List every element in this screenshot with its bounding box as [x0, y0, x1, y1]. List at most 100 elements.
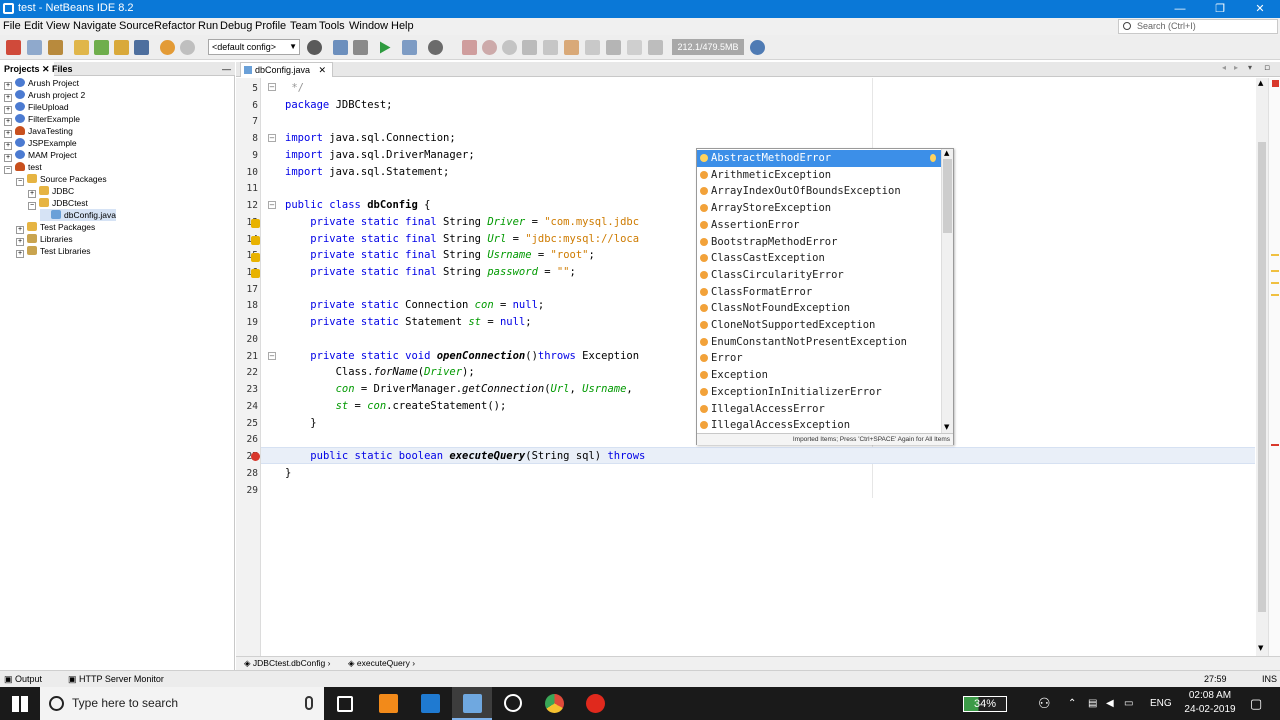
tree-item[interactable]: + MAM Project: [4, 149, 77, 162]
tree-item[interactable]: + Test Packages: [16, 221, 95, 234]
code-line[interactable]: private static Connection con = null;: [285, 297, 544, 314]
paste-icon[interactable]: [48, 40, 63, 55]
scroll-up-icon[interactable]: ▲: [1258, 79, 1263, 87]
garbage-collect-icon[interactable]: [750, 40, 765, 55]
tab-scroll-left-icon[interactable]: ◂: [1222, 63, 1226, 72]
tree-item[interactable]: + Test Libraries: [16, 245, 91, 258]
maximize-editor-icon[interactable]: ▫: [1264, 63, 1270, 73]
maximize-button[interactable]: ❐: [1200, 0, 1240, 18]
menu-debug[interactable]: Debug: [220, 20, 252, 32]
menu-file[interactable]: File: [3, 20, 21, 32]
cut-icon[interactable]: [6, 40, 21, 55]
taskbar-search-input[interactable]: Type here to search: [40, 687, 324, 720]
obs-icon[interactable]: [504, 694, 522, 712]
language-indicator[interactable]: ENG: [1150, 687, 1172, 720]
open-project-icon[interactable]: [114, 40, 129, 55]
tab-list-icon[interactable]: ▾: [1248, 63, 1252, 72]
step-over-icon[interactable]: [522, 40, 537, 55]
debug-icon[interactable]: [402, 40, 417, 55]
warning-icon[interactable]: [251, 253, 260, 262]
minimize-panel-icon[interactable]: —: [218, 62, 235, 76]
menu-help[interactable]: Help: [391, 20, 414, 32]
code-line[interactable]: */: [285, 80, 304, 97]
completion-item[interactable]: ExceptionInInitializerError: [697, 384, 941, 401]
completion-item[interactable]: ClassFormatError: [697, 284, 941, 301]
code-line[interactable]: private static void openConnection()thro…: [285, 348, 639, 365]
network-icon[interactable]: ▤: [1088, 687, 1097, 720]
editor-scroll-thumb[interactable]: [1258, 142, 1266, 612]
menu-navigate[interactable]: Navigate: [73, 20, 116, 32]
code-line[interactable]: private static final String Url = "jdbc:…: [285, 231, 639, 248]
copy-icon[interactable]: [27, 40, 42, 55]
step-over-expression-icon[interactable]: [543, 40, 558, 55]
completion-item[interactable]: AssertionError: [697, 217, 941, 234]
output-window-button[interactable]: ▣ Output: [4, 671, 42, 687]
warning-mark[interactable]: [1271, 294, 1279, 296]
new-project-icon[interactable]: [94, 40, 109, 55]
scroll-up-icon[interactable]: ▲: [944, 149, 949, 157]
menu-view[interactable]: View: [46, 20, 70, 32]
error-mark[interactable]: [1271, 444, 1279, 446]
clean-build-icon[interactable]: [353, 40, 368, 55]
tree-item[interactable]: − JDBCtest: [28, 197, 88, 210]
completion-scrollbar[interactable]: ▲ ▼: [941, 149, 953, 433]
visual-studio-icon[interactable]: [421, 694, 440, 713]
completion-item[interactable]: ArrayStoreException: [697, 200, 941, 217]
battery-indicator[interactable]: 34%: [963, 696, 1007, 712]
menu-edit[interactable]: Edit: [24, 20, 43, 32]
warning-mark[interactable]: [1271, 254, 1279, 256]
code-line[interactable]: public static boolean executeQuery(Strin…: [285, 448, 645, 465]
stop-icon[interactable]: [462, 40, 477, 55]
code-line[interactable]: private static final String Usrname = "r…: [285, 247, 595, 264]
profile-icon[interactable]: [428, 40, 443, 55]
completion-item[interactable]: ArithmeticException: [697, 167, 941, 184]
apply-code-changes-icon[interactable]: [627, 40, 642, 55]
windows-start-icon[interactable]: [12, 696, 28, 712]
completion-item[interactable]: BootstrapMethodError: [697, 234, 941, 251]
menu-refactor[interactable]: Refactor: [154, 20, 196, 32]
step-out-icon[interactable]: [585, 40, 600, 55]
expand-icon[interactable]: +: [16, 250, 24, 258]
continue-icon[interactable]: [502, 40, 517, 55]
completion-scroll-thumb[interactable]: [943, 159, 952, 233]
tree-item[interactable]: + Libraries: [16, 233, 73, 246]
code-line[interactable]: private static final String password = "…: [285, 264, 576, 281]
notifications-icon[interactable]: ▢: [1250, 687, 1262, 720]
memory-indicator[interactable]: 212.1/479.5MB: [672, 39, 744, 55]
recorder-icon[interactable]: [586, 694, 605, 713]
task-view-icon[interactable]: [337, 696, 353, 712]
globe-icon[interactable]: [307, 40, 322, 55]
tab-scroll-right-icon[interactable]: ▸: [1234, 63, 1238, 72]
http-monitor-button[interactable]: ▣ HTTP Server Monitor: [68, 671, 164, 687]
warning-mark[interactable]: [1271, 282, 1279, 284]
step-into-icon[interactable]: [564, 40, 579, 55]
code-line[interactable]: public class dbConfig {: [285, 197, 430, 214]
completion-item[interactable]: ArrayIndexOutOfBoundsException: [697, 183, 941, 200]
error-stripe[interactable]: [1268, 78, 1280, 656]
error-status-icon[interactable]: [1272, 80, 1279, 87]
take-snapshot-icon[interactable]: [648, 40, 663, 55]
close-window-button[interactable]: ✕: [1240, 0, 1280, 18]
tree-item[interactable]: + JSPExample: [4, 137, 77, 150]
code-line[interactable]: private static final String Driver = "co…: [285, 214, 639, 231]
tree-item[interactable]: − test: [4, 161, 42, 174]
collapse-icon[interactable]: −: [4, 166, 12, 174]
fold-toggle[interactable]: −: [268, 352, 276, 360]
code-line[interactable]: con = DriverManager.getConnection(Url, U…: [285, 381, 633, 398]
volume-icon[interactable]: ◀: [1106, 687, 1114, 720]
run-to-cursor-icon[interactable]: [606, 40, 621, 55]
people-icon[interactable]: ⚇: [1038, 687, 1051, 720]
breadcrumb-class[interactable]: ◈ JDBCtest.dbConfig ›: [244, 657, 330, 670]
chrome-icon[interactable]: [545, 694, 564, 713]
scroll-down-icon[interactable]: ▼: [1258, 644, 1263, 652]
code-line[interactable]: Class.forName(Driver);: [285, 364, 475, 381]
collapse-icon[interactable]: −: [28, 202, 36, 210]
minimize-button[interactable]: —: [1160, 0, 1200, 18]
completion-item[interactable]: Exception: [697, 367, 941, 384]
config-select[interactable]: <default config> ▼: [208, 39, 300, 55]
menu-run[interactable]: Run: [198, 20, 218, 32]
collapse-icon[interactable]: −: [16, 178, 24, 186]
tree-item[interactable]: + JDBC: [28, 185, 74, 198]
sublime-text-icon[interactable]: [379, 694, 398, 713]
warning-icon[interactable]: [251, 236, 260, 245]
